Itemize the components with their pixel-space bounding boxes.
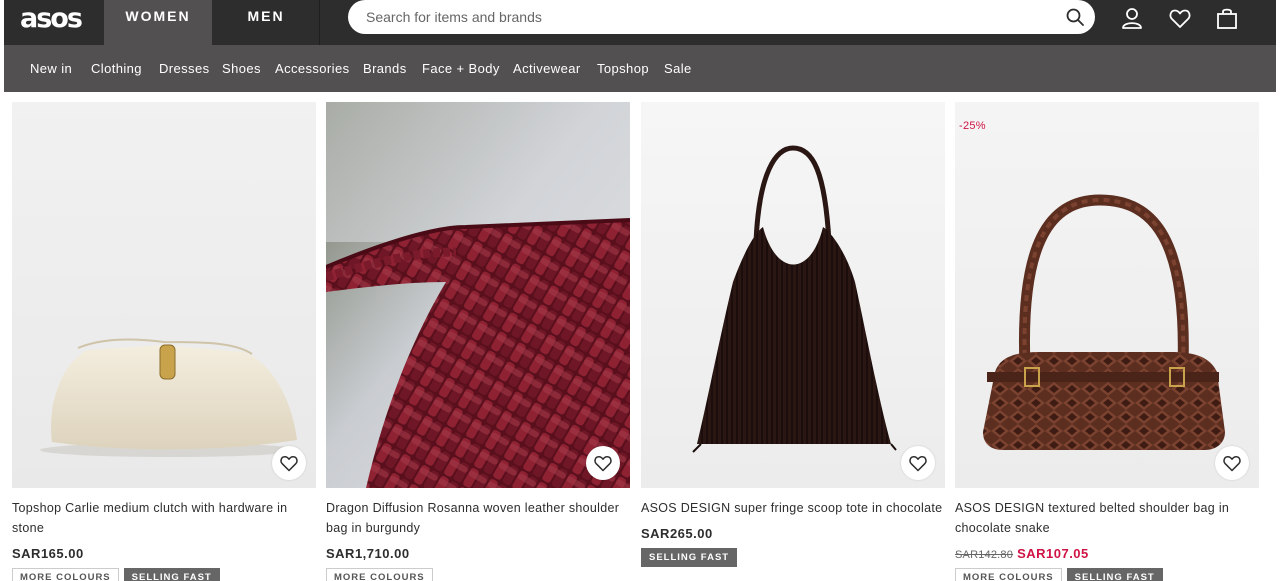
heart-icon <box>280 456 298 472</box>
sale-price: SAR107.05 <box>1017 546 1089 561</box>
product-title[interactable]: Topshop Carlie medium clutch with hardwa… <box>12 498 316 538</box>
tab-men[interactable]: MEN <box>212 0 320 45</box>
selling-fast-badge: SELLING FAST <box>123 568 220 581</box>
nav-item-clothing[interactable]: Clothing <box>91 45 142 92</box>
product-card[interactable]: Dragon Diffusion Rosanna woven leather s… <box>326 102 630 581</box>
product-image[interactable] <box>326 102 630 488</box>
discount-label: -25% <box>959 120 986 132</box>
search-input[interactable] <box>366 0 1046 34</box>
tab-women[interactable]: WOMEN <box>104 0 212 45</box>
nav-item-accessories[interactable]: Accessories <box>275 45 349 92</box>
product-badges: MORE COLOURS <box>326 568 630 581</box>
product-title[interactable]: Dragon Diffusion Rosanna woven leather s… <box>326 498 630 538</box>
nav-item-sale[interactable]: Sale <box>664 45 692 92</box>
asos-logo[interactable]: asos <box>20 4 83 34</box>
product-price: SAR265.00 <box>641 526 713 541</box>
product-price: SAR1,710.00 <box>326 546 410 561</box>
account-icon[interactable] <box>1120 6 1144 30</box>
more-colours-badge[interactable]: MORE COLOURS <box>326 568 433 581</box>
more-colours-badge[interactable]: MORE COLOURS <box>12 568 119 581</box>
save-button[interactable] <box>586 446 620 480</box>
nav-item-new-in[interactable]: New in <box>30 45 72 92</box>
bag-icon[interactable] <box>1215 6 1239 30</box>
product-card[interactable]: Topshop Carlie medium clutch with hardwa… <box>12 102 316 581</box>
heart-icon[interactable] <box>1168 6 1192 30</box>
nav-item-topshop[interactable]: Topshop <box>597 45 649 92</box>
nav-item-shoes[interactable]: Shoes <box>222 45 261 92</box>
header-divider <box>319 0 320 45</box>
nav-item-activewear[interactable]: Activewear <box>513 45 581 92</box>
heart-icon <box>594 456 612 472</box>
product-image[interactable] <box>12 102 316 488</box>
product-price: SAR165.00 <box>12 546 84 561</box>
product-badges: MORE COLOURS SELLING FAST <box>955 568 1259 581</box>
snake-bag-image <box>955 102 1259 488</box>
selling-fast-badge: SELLING FAST <box>641 548 738 567</box>
product-image[interactable]: -25% <box>955 102 1259 488</box>
product-title[interactable]: ASOS DESIGN super fringe scoop tote in c… <box>641 498 945 518</box>
woven-bag-image <box>326 102 630 488</box>
nav-item-dresses[interactable]: Dresses <box>159 45 209 92</box>
product-image[interactable] <box>641 102 945 488</box>
selling-fast-badge: SELLING FAST <box>1066 568 1163 581</box>
product-badges: MORE COLOURS SELLING FAST <box>12 568 316 581</box>
save-button[interactable] <box>272 446 306 480</box>
product-card[interactable]: -25% ASOS DESIGN textured belted shoulde… <box>955 102 1259 581</box>
product-badges: SELLING FAST <box>641 548 945 567</box>
fringe-tote-image <box>641 102 945 488</box>
save-button[interactable] <box>1215 446 1249 480</box>
search-icon[interactable] <box>1065 7 1085 27</box>
top-header: asos WOMEN MEN <box>4 0 1276 45</box>
original-price: SAR142.80 <box>955 549 1014 561</box>
category-nav: New in Clothing Dresses Shoes Accessorie… <box>4 45 1276 92</box>
product-price: SAR142.80 SAR107.05 <box>955 546 1259 561</box>
product-card[interactable]: ASOS DESIGN super fringe scoop tote in c… <box>641 102 945 567</box>
heart-icon <box>1223 456 1241 472</box>
more-colours-badge[interactable]: MORE COLOURS <box>955 568 1062 581</box>
clutch-image <box>12 102 316 488</box>
heart-icon <box>909 456 927 472</box>
product-title[interactable]: ASOS DESIGN textured belted shoulder bag… <box>955 498 1259 538</box>
save-button[interactable] <box>901 446 935 480</box>
nav-item-brands[interactable]: Brands <box>363 45 407 92</box>
nav-item-face-body[interactable]: Face + Body <box>422 45 500 92</box>
search-bar <box>348 0 1095 34</box>
